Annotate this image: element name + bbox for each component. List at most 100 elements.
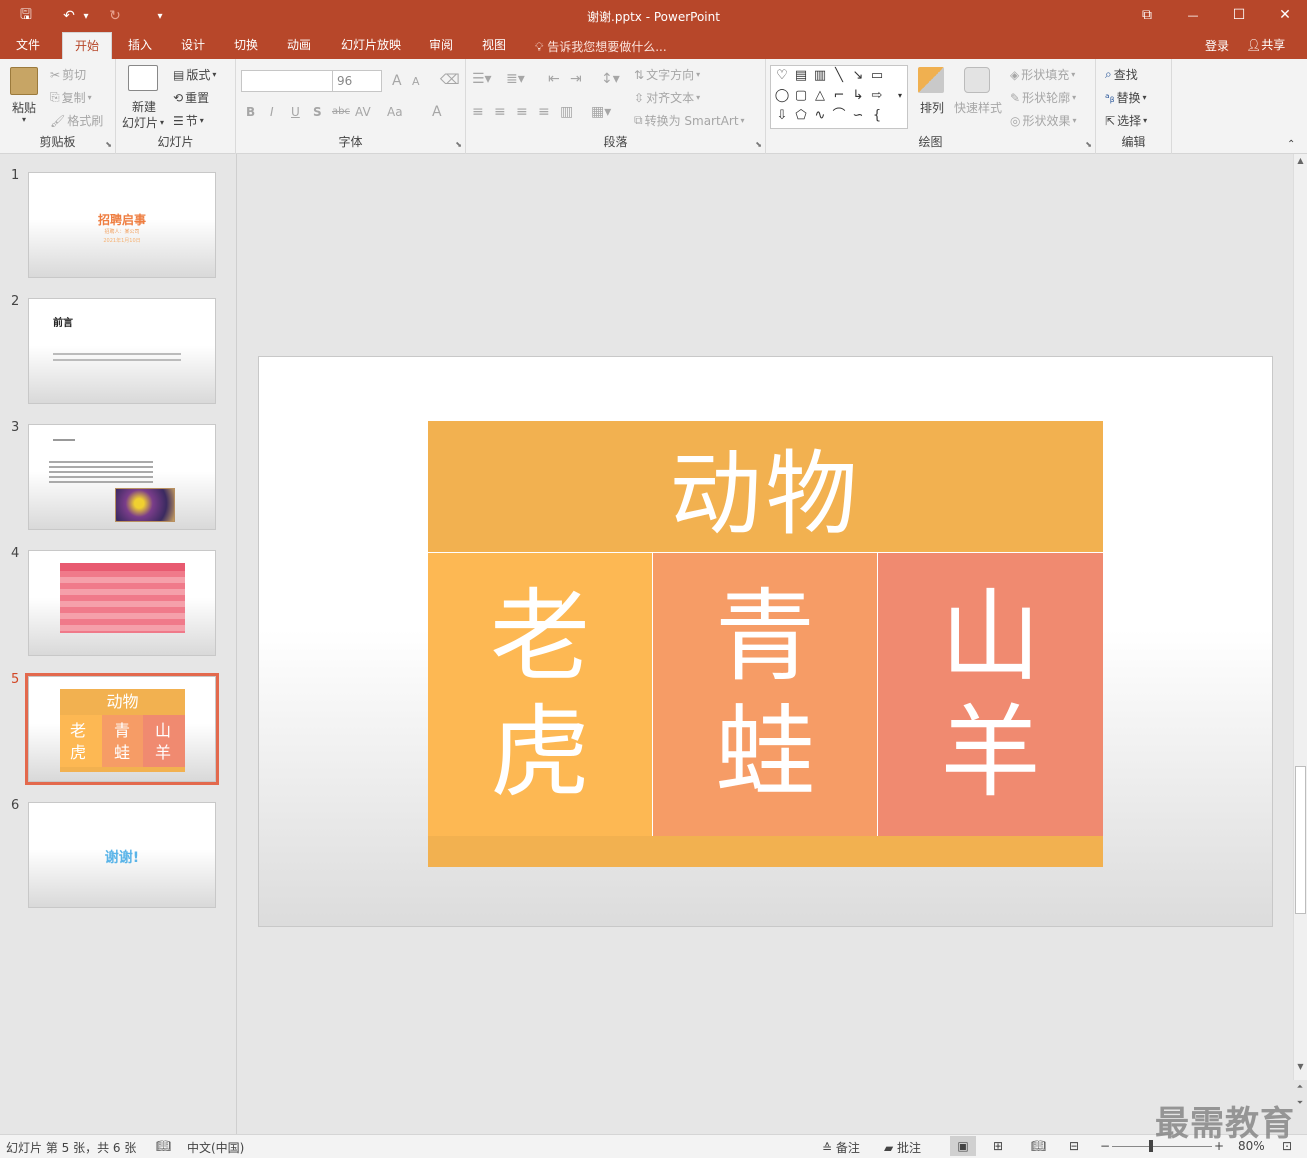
slide-canvas[interactable]: 动物 老 虎 青 蛙 山 羊	[258, 356, 1273, 927]
tab-view[interactable]: 视图	[472, 32, 516, 59]
cut-button[interactable]: ✂ 剪切	[50, 66, 86, 83]
zoom-out-icon[interactable]: −	[1100, 1139, 1110, 1153]
section-button[interactable]: ☰ 节 ▾	[173, 112, 204, 129]
textbox-shape-icon[interactable]: ▤	[792, 67, 810, 85]
dialog-launcher-icon[interactable]: ⬊	[755, 140, 762, 149]
maximize-button[interactable]: ☐	[1227, 4, 1251, 26]
bullets-icon[interactable]: ☰▾	[472, 71, 492, 87]
decrease-indent-icon[interactable]: ⇤	[548, 71, 560, 87]
oval-shape-icon[interactable]: ◯	[773, 87, 791, 105]
increase-indent-icon[interactable]: ⇥	[570, 71, 582, 87]
line-shape-icon[interactable]: ╲	[830, 67, 848, 85]
collapse-ribbon-icon[interactable]: ⌃	[1287, 139, 1295, 150]
vertical-scrollbar[interactable]: ▲ ▼	[1293, 154, 1307, 1080]
columns-icon[interactable]: ▦▾	[591, 104, 611, 120]
table-cell-frog[interactable]: 青 蛙	[653, 552, 878, 836]
tab-home[interactable]: 开始	[62, 32, 112, 59]
rounded-rect-icon[interactable]: ▢	[792, 87, 810, 105]
arrow-line-icon[interactable]: ↘	[849, 67, 867, 85]
slide-thumbnail-4[interactable]	[28, 550, 216, 656]
spellcheck-icon[interactable]: 📖︎	[156, 1139, 171, 1153]
scroll-down-icon[interactable]: ▼	[1294, 1060, 1307, 1074]
align-right-icon[interactable]: ≡	[516, 104, 528, 120]
login-link[interactable]: 登录	[1205, 37, 1229, 54]
align-text-button[interactable]: ⇳ 对齐文本 ▾	[634, 89, 700, 106]
triangle-shape-icon[interactable]: △	[811, 87, 829, 105]
slideshow-view-icon[interactable]: ⊟	[1069, 1139, 1079, 1153]
elbow-arrow-icon[interactable]: ↳	[849, 87, 867, 105]
justify-icon[interactable]: ≡	[538, 104, 550, 120]
arc-shape-icon[interactable]: ⌒	[830, 107, 848, 125]
tab-transitions[interactable]: 切换	[224, 32, 268, 59]
scrollbar-thumb[interactable]	[1295, 766, 1306, 914]
shape-outline-button[interactable]: ✎ 形状轮廓 ▾	[1010, 89, 1076, 106]
zoom-slider[interactable]	[1112, 1146, 1212, 1147]
curve-shape-icon[interactable]: ∿	[811, 107, 829, 125]
next-slide-icon[interactable]: ⏷	[1293, 1098, 1307, 1112]
tab-review[interactable]: 审阅	[419, 32, 463, 59]
tell-me-search[interactable]: 💡︎ 告诉我您想要做什么...	[535, 38, 667, 55]
character-spacing-button[interactable]: AV	[355, 105, 371, 119]
notes-button[interactable]: ≙ 备注	[822, 1139, 860, 1156]
rectangle-shape-icon[interactable]: ▭	[868, 67, 886, 85]
vertical-textbox-icon[interactable]: ▥	[811, 67, 829, 85]
shape-effects-button[interactable]: ◎ 形状效果 ▾	[1010, 112, 1077, 129]
underline-button[interactable]: U	[291, 105, 300, 119]
slide-thumbnail-2[interactable]: 前言	[28, 298, 216, 404]
paste-icon[interactable]	[10, 67, 38, 95]
strikethrough-button[interactable]: abc	[332, 106, 350, 117]
heart-shape-icon[interactable]: ♡	[773, 67, 791, 85]
reset-button[interactable]: ⟲ 重置	[173, 89, 209, 106]
language-status[interactable]: 中文(中国)	[187, 1139, 244, 1156]
slide-thumbnail-1[interactable]: 招聘启事 招聘人：某公司 2021年1月10日	[28, 172, 216, 278]
table-footer-row[interactable]	[428, 836, 1103, 867]
right-arrow-shape-icon[interactable]: ⇨	[868, 87, 886, 105]
gallery-scroll-icon[interactable]: ▾	[891, 87, 909, 105]
numbering-icon[interactable]: ≣▾	[506, 71, 525, 87]
scroll-up-icon[interactable]: ▲	[1294, 154, 1307, 168]
align-center-icon[interactable]: ≡	[494, 104, 506, 120]
freeform-shape-icon[interactable]: ∽	[849, 107, 867, 125]
tab-file[interactable]: 文件	[5, 32, 51, 59]
new-slide-icon[interactable]	[128, 65, 158, 91]
previous-slide-icon[interactable]: ⏶	[1293, 1082, 1307, 1096]
pentagon-shape-icon[interactable]: ⬠	[792, 107, 810, 125]
arrange-button[interactable]: 排列	[920, 99, 944, 116]
align-left-icon[interactable]: ≡	[472, 104, 484, 120]
italic-button[interactable]: I	[270, 105, 274, 119]
tab-animations[interactable]: 动画	[277, 32, 321, 59]
find-button[interactable]: ⌕ 查找	[1105, 66, 1138, 83]
elbow-connector-icon[interactable]: ⌐	[830, 87, 848, 105]
quick-styles-icon[interactable]	[964, 67, 990, 93]
brace-shape-icon[interactable]: {	[868, 107, 886, 125]
close-button[interactable]: ✕	[1273, 4, 1297, 26]
shapes-gallery[interactable]: ♡ ▤ ▥ ╲ ↘ ▭ ◯ ▢ △ ⌐ ↳ ⇨ ⇩ ⬠ ∿ ⌒ ∽ { ▾	[770, 65, 908, 129]
reading-view-icon[interactable]: 📖︎	[1031, 1139, 1046, 1153]
paste-dropdown-icon[interactable]: ▾	[22, 115, 26, 124]
arrange-icon[interactable]	[918, 67, 944, 93]
font-color-button[interactable]: A	[432, 104, 442, 120]
paste-button[interactable]: 粘贴	[12, 99, 36, 116]
dialog-launcher-icon[interactable]: ⬊	[455, 140, 462, 149]
minimize-button[interactable]: —	[1181, 4, 1205, 26]
line-spacing-icon[interactable]: ↕▾	[601, 71, 620, 87]
ribbon-display-options-icon[interactable]: ⧉	[1135, 4, 1159, 26]
format-painter-button[interactable]: 🖌︎ 格式刷	[50, 112, 103, 129]
table-header-cell[interactable]: 动物	[428, 421, 1103, 552]
layout-button[interactable]: ▤ 版式 ▾	[173, 66, 216, 83]
dialog-launcher-icon[interactable]: ⬊	[105, 140, 112, 149]
comments-button[interactable]: ▰ 批注	[884, 1139, 921, 1156]
shadow-button[interactable]: S	[313, 105, 322, 119]
font-size-input[interactable]: 96	[332, 70, 382, 92]
change-case-button[interactable]: Aa	[387, 105, 403, 119]
share-button[interactable]: 👤︎共享	[1240, 35, 1291, 57]
slide-thumbnail-5[interactable]: 动物 老虎 青蛙 山羊	[25, 673, 219, 785]
table-cell-tiger[interactable]: 老 虎	[428, 552, 653, 836]
text-direction-button[interactable]: ⇅ 文字方向 ▾	[634, 66, 700, 83]
replace-button[interactable]: ᵃᵦ 替换 ▾	[1105, 89, 1147, 106]
new-slide-button[interactable]: 新建	[132, 98, 156, 115]
copy-button[interactable]: ⎘ 复制 ▾	[50, 89, 92, 106]
select-button[interactable]: ⇱ 选择 ▾	[1105, 112, 1147, 129]
down-arrow-shape-icon[interactable]: ⇩	[773, 107, 791, 125]
zoom-slider-thumb[interactable]	[1149, 1140, 1153, 1152]
